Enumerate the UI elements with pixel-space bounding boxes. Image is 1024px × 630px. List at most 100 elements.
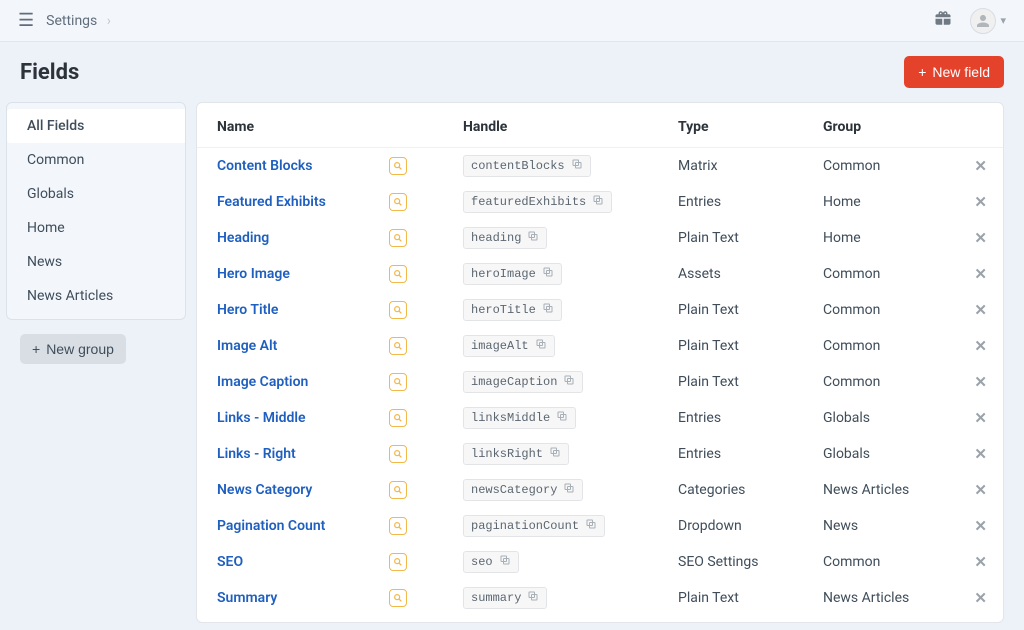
field-type: Matrix [662, 148, 807, 185]
field-group: Common [807, 148, 958, 185]
field-group: News Articles [807, 580, 958, 616]
sidebar-item[interactable]: All Fields [7, 109, 185, 143]
copy-icon [542, 266, 554, 282]
delete-icon[interactable]: ✕ [974, 337, 987, 355]
search-icon[interactable] [389, 301, 407, 319]
top-bar-left: ☰ Settings › [18, 12, 111, 30]
field-group: News [807, 508, 958, 544]
field-name-link[interactable]: Heading [217, 230, 269, 246]
search-icon[interactable] [389, 517, 407, 535]
gift-icon[interactable] [934, 9, 952, 32]
field-group: News Articles [807, 472, 958, 508]
handle-chip[interactable]: paginationCount [463, 515, 605, 537]
delete-icon[interactable]: ✕ [974, 157, 987, 175]
user-menu[interactable]: ▾ [970, 8, 1006, 34]
field-name-link[interactable]: Links - Right [217, 446, 296, 462]
table-row: HeadingheadingPlain TextHome✕ [197, 220, 1003, 256]
handle-chip[interactable]: seo [463, 551, 519, 573]
sidebar-item-label: Home [27, 220, 65, 236]
handle-chip[interactable]: heading [463, 227, 547, 249]
col-group[interactable]: Group [807, 107, 958, 148]
handle-chip[interactable]: imageCaption [463, 371, 583, 393]
field-name-link[interactable]: Hero Image [217, 266, 290, 282]
delete-icon[interactable]: ✕ [974, 265, 987, 283]
field-type: Plain Text [662, 220, 807, 256]
delete-icon[interactable]: ✕ [974, 193, 987, 211]
search-icon[interactable] [389, 409, 407, 427]
search-icon[interactable] [389, 157, 407, 175]
search-icon[interactable] [389, 589, 407, 607]
field-type: Plain Text [662, 328, 807, 364]
handle-chip[interactable]: featuredExhibits [463, 191, 612, 213]
field-name-link[interactable]: Pagination Count [217, 518, 325, 534]
sidebar-item[interactable]: Home [7, 211, 185, 245]
sidebar-item[interactable]: News Articles [7, 279, 185, 313]
handle-chip[interactable]: newsCategory [463, 479, 583, 501]
col-name[interactable]: Name [197, 107, 447, 148]
field-name-link[interactable]: News Category [217, 482, 312, 498]
field-type: Plain Text [662, 580, 807, 616]
handle-chip[interactable]: linksMiddle [463, 407, 576, 429]
field-name-link[interactable]: Image Caption [217, 374, 308, 390]
field-name-link[interactable]: Summary [217, 590, 277, 606]
field-name-link[interactable]: Links - Middle [217, 410, 306, 426]
field-name-link[interactable]: SEO [217, 554, 243, 570]
delete-icon[interactable]: ✕ [974, 301, 987, 319]
search-icon[interactable] [389, 265, 407, 283]
search-icon[interactable] [389, 481, 407, 499]
sidebar-item[interactable]: Globals [7, 177, 185, 211]
sidebar: All FieldsCommonGlobals Home News News Arti… [6, 102, 186, 320]
delete-icon[interactable]: ✕ [974, 589, 987, 607]
new-group-button[interactable]: + New group [20, 334, 126, 364]
field-name-link[interactable]: Hero Title [217, 302, 278, 318]
delete-icon[interactable]: ✕ [974, 409, 987, 427]
field-group: Common [807, 256, 958, 292]
sidebar-item[interactable]: News [7, 245, 185, 279]
handle-text: contentBlocks [471, 159, 565, 173]
table-row: Hero TitleheroTitlePlain TextCommon✕ [197, 292, 1003, 328]
breadcrumb-label: Settings [46, 13, 97, 29]
handle-text: summary [471, 591, 521, 605]
field-name-link[interactable]: Content Blocks [217, 158, 312, 174]
handle-chip[interactable]: summary [463, 587, 547, 609]
table-header-row: Name Handle Type Group [197, 107, 1003, 148]
sidebar-item[interactable]: Common [7, 143, 185, 177]
table-row: Hero ImageheroImageAssetsCommon✕ [197, 256, 1003, 292]
delete-icon[interactable]: ✕ [974, 481, 987, 499]
delete-icon[interactable]: ✕ [974, 373, 987, 391]
search-icon[interactable] [389, 193, 407, 211]
handle-chip[interactable]: heroImage [463, 263, 562, 285]
delete-icon[interactable]: ✕ [974, 445, 987, 463]
delete-icon[interactable]: ✕ [974, 229, 987, 247]
handle-text: heading [471, 231, 521, 245]
col-type[interactable]: Type [662, 107, 807, 148]
handle-chip[interactable]: linksRight [463, 443, 569, 465]
copy-icon [556, 410, 568, 426]
table-row: Image AltimageAltPlain TextCommon✕ [197, 328, 1003, 364]
fields-table: Name Handle Type Group Content Blocks con… [197, 107, 1003, 616]
search-icon[interactable] [389, 337, 407, 355]
menu-icon[interactable]: ☰ [18, 12, 34, 30]
handle-chip[interactable]: heroTitle [463, 299, 562, 321]
field-name-link[interactable]: Featured Exhibits [217, 194, 326, 210]
new-field-button[interactable]: + New field [904, 56, 1004, 88]
col-handle[interactable]: Handle [447, 107, 662, 148]
breadcrumb[interactable]: Settings › [46, 13, 111, 29]
sidebar-item-label: News Articles [27, 288, 113, 304]
search-icon[interactable] [389, 373, 407, 391]
copy-icon [527, 230, 539, 246]
field-name-link[interactable]: Image Alt [217, 338, 277, 354]
search-icon[interactable] [389, 553, 407, 571]
copy-icon [585, 518, 597, 534]
search-icon[interactable] [389, 229, 407, 247]
handle-chip[interactable]: imageAlt [463, 335, 555, 357]
copy-icon [563, 482, 575, 498]
new-group-label: New group [46, 341, 114, 357]
search-icon[interactable] [389, 445, 407, 463]
table-row: Featured ExhibitsfeaturedExhibitsEntries… [197, 184, 1003, 220]
copy-icon [535, 338, 547, 354]
handle-chip[interactable]: contentBlocks [463, 155, 591, 177]
delete-icon[interactable]: ✕ [974, 553, 987, 571]
delete-icon[interactable]: ✕ [974, 517, 987, 535]
field-type: Entries [662, 400, 807, 436]
